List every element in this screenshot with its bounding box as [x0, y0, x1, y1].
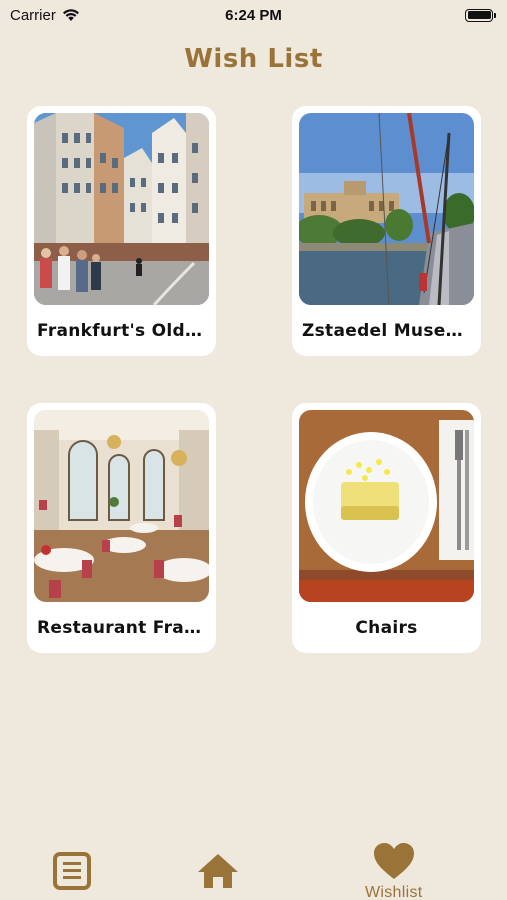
frankfurt-old-town-photo [34, 113, 209, 305]
card-title: Frankfurt's Old … [37, 321, 206, 341]
carrier-label: Carrier [10, 6, 56, 24]
staedel-museum-photo [299, 113, 474, 305]
list-document-icon [53, 852, 91, 890]
heart-icon [373, 843, 414, 879]
wishlist-card-restaurant[interactable]: Restaurant Fran… [27, 403, 216, 653]
card-title: Restaurant Fran… [37, 618, 206, 638]
battery-icon [465, 8, 496, 22]
wishlist-card-chairs[interactable]: Chairs [292, 403, 481, 653]
card-title: Zstaedel Museum [302, 321, 471, 341]
tab-bar: Wishlist [0, 810, 507, 900]
tab-wishlist-label: Wishlist [365, 884, 423, 900]
status-bar: Carrier 6:24 PM [0, 0, 507, 30]
plated-dish-photo [299, 410, 474, 602]
wishlist-card-staedel-museum[interactable]: Zstaedel Museum [292, 106, 481, 356]
tab-list[interactable] [53, 852, 91, 890]
tab-home[interactable] [197, 852, 239, 890]
home-icon [198, 854, 238, 888]
status-left: Carrier [10, 7, 80, 24]
wifi-icon [62, 9, 79, 21]
restaurant-interior-photo [34, 410, 209, 602]
page-title: Wish List [184, 44, 323, 74]
card-title: Chairs [355, 618, 418, 638]
tab-wishlist[interactable]: Wishlist [365, 842, 423, 900]
wishlist-card-frankfurt-old-town[interactable]: Frankfurt's Old … [27, 106, 216, 356]
